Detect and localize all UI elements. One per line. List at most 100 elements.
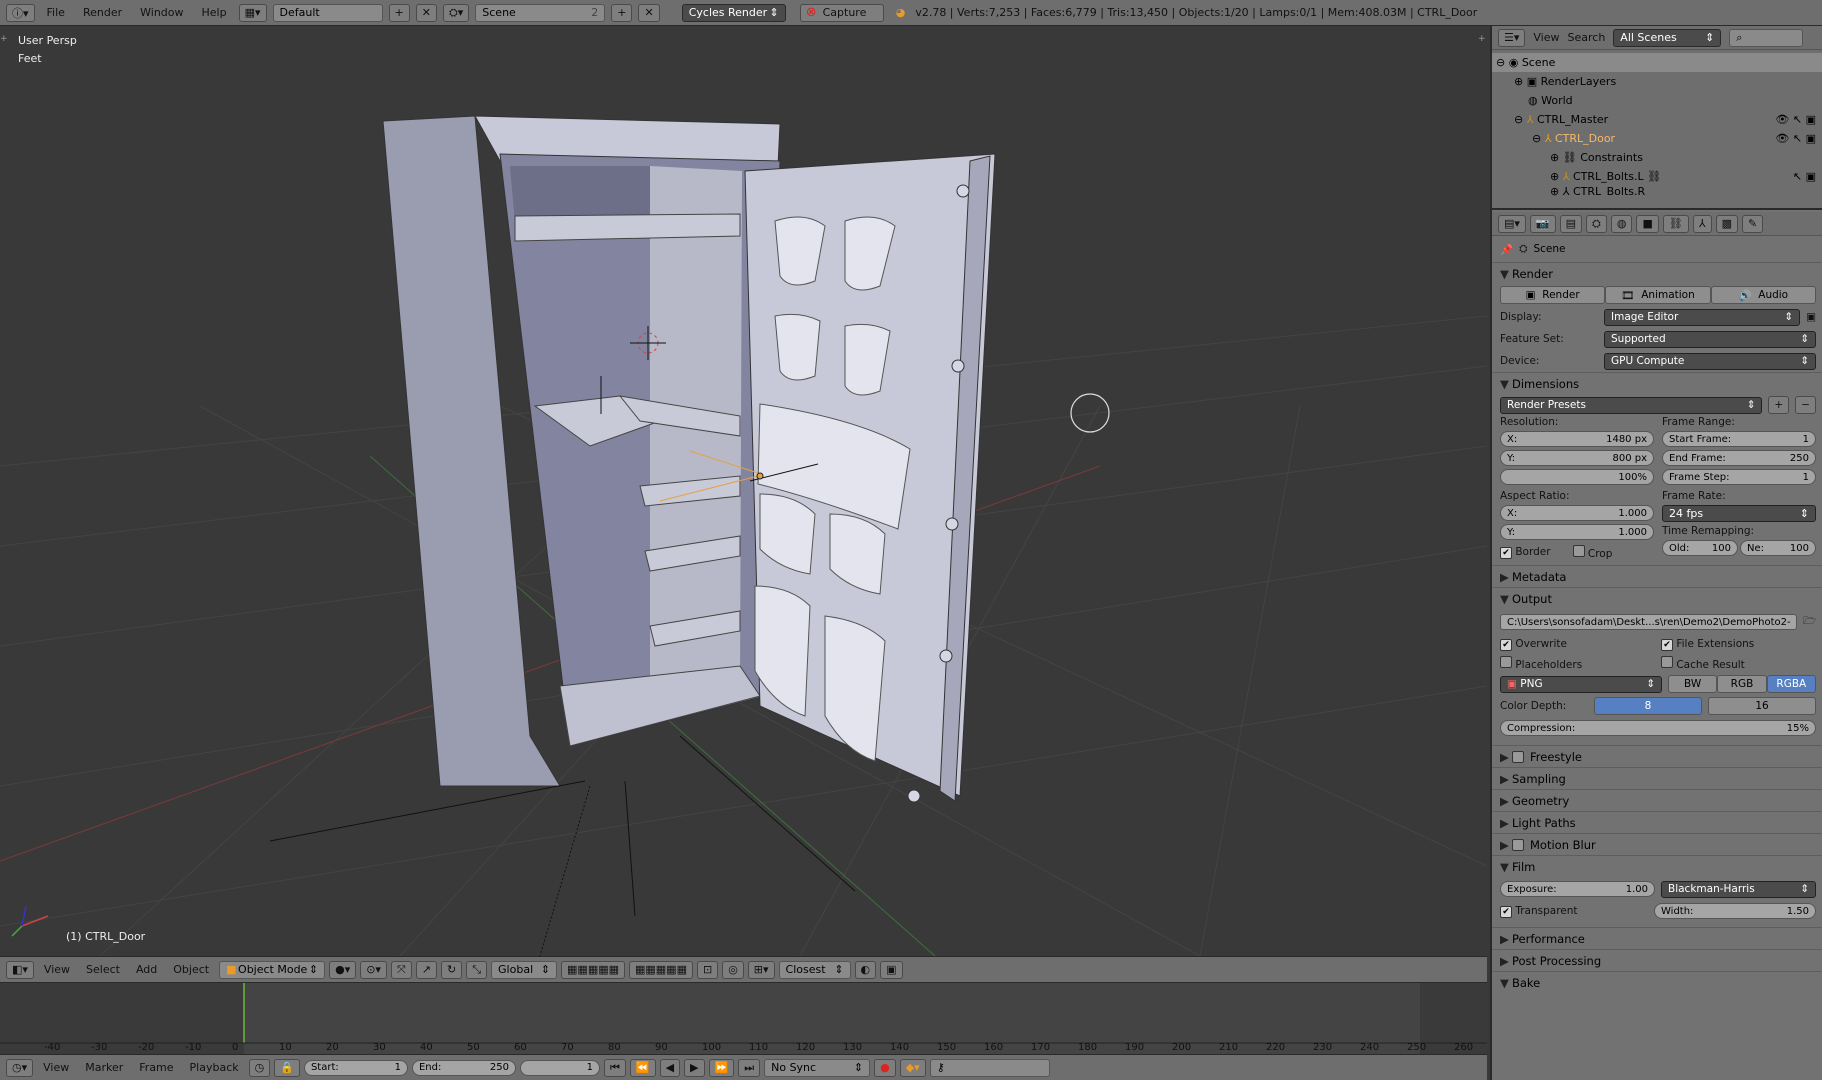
depth-16-button[interactable]: 16: [1708, 697, 1816, 715]
outliner-filter-select[interactable]: All Scenes ⇕: [1613, 28, 1722, 47]
menu-window[interactable]: Window: [134, 6, 189, 19]
translate-icon[interactable]: ↗: [415, 960, 437, 979]
visibility-icon[interactable]: 👁 ↖ ▣: [1775, 132, 1816, 145]
frame-step-field[interactable]: Frame Step: 1: [1662, 469, 1816, 485]
res-y-field[interactable]: Y: 800 px: [1500, 450, 1654, 466]
bake-section[interactable]: ▼ Bake: [1492, 971, 1822, 993]
data-tab-icon[interactable]: ⅄: [1692, 214, 1712, 233]
mode-bw-button[interactable]: BW: [1668, 675, 1718, 693]
remap-new-field[interactable]: Ne: 100: [1740, 540, 1816, 556]
display-icon[interactable]: ▣: [1806, 311, 1816, 323]
asp-y-field[interactable]: Y: 1.000: [1500, 524, 1654, 540]
display-select[interactable]: Image Editor ⇕: [1604, 308, 1801, 326]
outliner-search-input[interactable]: ⌕: [1729, 28, 1804, 47]
menu-help[interactable]: Help: [196, 6, 233, 19]
border-checkbox[interactable]: ✔ Border: [1500, 546, 1551, 559]
placeholders-checkbox[interactable]: Placeholders: [1500, 656, 1655, 671]
scene-icon[interactable]: ⛭▾: [442, 3, 470, 22]
overwrite-checkbox[interactable]: ✔ Overwrite: [1500, 638, 1655, 651]
jump-start-icon[interactable]: ⏮: [603, 1058, 626, 1077]
geometry-section[interactable]: ▶ Geometry: [1492, 789, 1822, 811]
audio-button[interactable]: 🔊 Audio: [1710, 286, 1816, 304]
outliner-menu-search[interactable]: Search: [1568, 31, 1606, 44]
add-scene-icon[interactable]: +: [611, 3, 633, 22]
menu-frame[interactable]: Frame: [133, 1061, 179, 1074]
keying-set-field[interactable]: ⚷: [929, 1058, 1050, 1077]
lock-icon[interactable]: ⊡: [696, 960, 719, 979]
layout-icon[interactable]: ▦▾: [238, 3, 267, 22]
render-icon[interactable]: ◐: [854, 960, 877, 979]
add-preset-icon[interactable]: +: [1768, 396, 1790, 414]
layers2-icon[interactable]: ▦▦▦▦▦: [629, 960, 693, 979]
shading-icon[interactable]: ●▾: [329, 960, 357, 979]
menu-view[interactable]: View: [38, 963, 76, 976]
menu-marker[interactable]: Marker: [79, 1061, 129, 1074]
dimensions-section[interactable]: ▼ Dimensions: [1492, 372, 1822, 394]
editor-type-outliner-icon[interactable]: ☰▾: [1498, 28, 1526, 47]
proportional-icon[interactable]: ◎: [722, 960, 744, 979]
scale-icon[interactable]: ⤡: [466, 960, 488, 979]
film-section[interactable]: ▼ Film: [1492, 855, 1822, 877]
device-select[interactable]: GPU Compute ⇕: [1604, 352, 1816, 370]
snap-icon[interactable]: ⊞▾: [747, 960, 775, 979]
folder-icon[interactable]: 🗁: [1803, 613, 1816, 631]
end-frame-field[interactable]: End: 250: [411, 1059, 516, 1076]
outliner-row-ctrl-master[interactable]: ⊖ ⅄ CTRL_Master 👁 ↖ ▣: [1492, 110, 1822, 129]
remove-preset-icon[interactable]: −: [1795, 396, 1816, 414]
rotate-icon[interactable]: ↻: [441, 960, 463, 979]
feature-set-select[interactable]: Supported ⇕: [1604, 330, 1816, 348]
outliner-row-scene[interactable]: ⊖ ◉ Scene: [1492, 53, 1822, 72]
editor-type-properties-icon[interactable]: ▤▾: [1498, 214, 1526, 233]
depth-8-button[interactable]: 8: [1594, 697, 1702, 715]
play-reverse-icon[interactable]: ◀: [659, 1058, 681, 1077]
snap-target-select[interactable]: Closest ⇕: [778, 960, 851, 979]
mode-rgb-button[interactable]: RGB: [1717, 675, 1767, 693]
crop-checkbox[interactable]: Crop: [1572, 544, 1612, 560]
menu-playback[interactable]: Playback: [184, 1061, 245, 1074]
start-frame-prop-field[interactable]: Start Frame: 1: [1662, 431, 1816, 447]
scene-tab-icon[interactable]: ⛭: [1586, 214, 1607, 233]
record-icon[interactable]: ●: [874, 1058, 896, 1077]
current-frame-field[interactable]: 1: [519, 1059, 600, 1076]
render-tab-icon[interactable]: 📷: [1529, 214, 1556, 233]
filter-width-field[interactable]: Width: 1.50: [1654, 903, 1816, 919]
res-pct-field[interactable]: 100%: [1500, 469, 1654, 485]
remove-scene-icon[interactable]: ✕: [638, 3, 660, 22]
editor-type-timeline-icon[interactable]: ◷▾: [6, 1058, 34, 1077]
remove-layout-icon[interactable]: ✕: [415, 3, 437, 22]
sampling-section[interactable]: ▶ Sampling: [1492, 767, 1822, 789]
editor-type-info-icon[interactable]: ⓘ▾: [6, 3, 35, 22]
remap-old-field[interactable]: Old: 100: [1662, 540, 1738, 556]
orientation-select[interactable]: Global ⇕: [491, 960, 558, 979]
layers-tab-icon[interactable]: ▤: [1559, 214, 1583, 233]
pivot-icon[interactable]: ⊙▾: [360, 960, 387, 979]
render-engine-select[interactable]: Cycles Render ⇕: [681, 3, 786, 22]
sync-select[interactable]: No Sync ⇕: [764, 1058, 871, 1077]
3d-viewport[interactable]: User Persp Feet (1) CTRL_Door + +: [0, 26, 1487, 956]
outliner-menu-view[interactable]: View: [1533, 31, 1559, 44]
manipulator-icon[interactable]: ⤧: [390, 960, 412, 979]
preview-range-icon[interactable]: ◷: [248, 1058, 271, 1077]
outliner-row-renderlayers[interactable]: ⊕ ▣ RenderLayers: [1492, 72, 1822, 91]
capture-button[interactable]: ⊗ Capture: [799, 3, 884, 22]
outliner-row-constraints[interactable]: ⊕ ⛓ Constraints: [1492, 148, 1822, 167]
post-processing-section[interactable]: ▶ Post Processing: [1492, 949, 1822, 971]
res-x-field[interactable]: X: 1480 px: [1500, 431, 1654, 447]
light-paths-section[interactable]: ▶ Light Paths: [1492, 811, 1822, 833]
freestyle-section[interactable]: ▶ Freestyle: [1492, 745, 1822, 767]
motion-blur-section[interactable]: ▶ Motion Blur: [1492, 833, 1822, 855]
world-tab-icon[interactable]: ◍: [1610, 214, 1633, 233]
tool-shelf-toggle-icon[interactable]: +: [0, 34, 8, 44]
object-tab-icon[interactable]: ■: [1636, 214, 1659, 233]
camera-icon[interactable]: ▣: [880, 960, 903, 979]
render-presets-select[interactable]: Render Presets ⇕: [1500, 396, 1763, 414]
add-layout-icon[interactable]: +: [388, 3, 410, 22]
menu-render[interactable]: Render: [77, 6, 128, 19]
constraints-tab-icon[interactable]: ⛓: [1662, 214, 1689, 233]
asp-x-field[interactable]: X: 1.000: [1500, 505, 1654, 521]
mode-select[interactable]: ■ Object Mode ⇕: [219, 960, 326, 979]
visibility-icon[interactable]: ↖ ▣: [1793, 170, 1816, 183]
menu-tl-view[interactable]: View: [37, 1061, 75, 1074]
compression-slider[interactable]: Compression: 15%: [1500, 720, 1816, 736]
pixel-filter-select[interactable]: Blackman-Harris ⇕: [1661, 880, 1816, 898]
